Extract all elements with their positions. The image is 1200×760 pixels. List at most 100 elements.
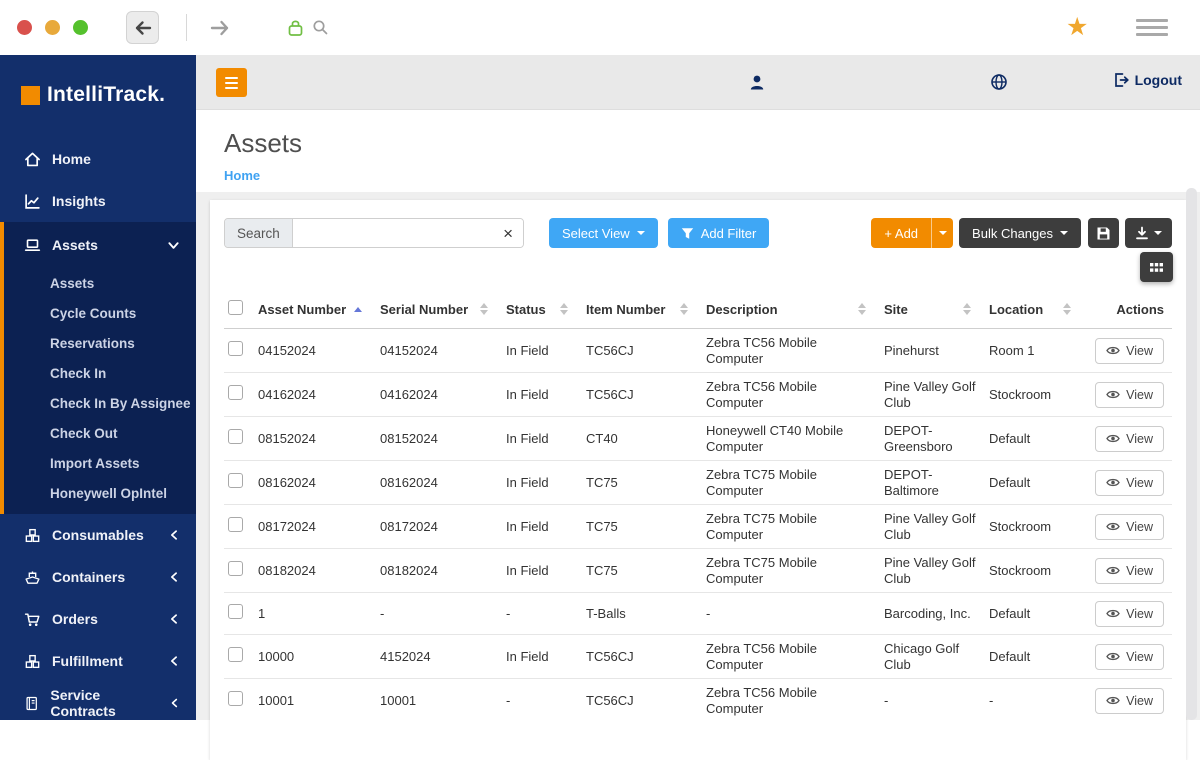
vertical-scrollbar[interactable] [1186,188,1197,720]
export-grid-option[interactable] [1140,252,1173,282]
sidebar-subitem[interactable]: Import Assets [4,448,196,478]
header-description[interactable]: Description [702,290,880,329]
view-button[interactable]: View [1095,425,1164,452]
chevron-down-icon [168,241,179,249]
site-cell: Pinehurst [884,342,939,358]
view-button[interactable]: View [1095,381,1164,408]
item-number-cell: TC75 [582,460,702,505]
row-checkbox[interactable] [228,473,243,489]
sidebar-item-containers[interactable]: Containers [0,556,196,598]
status-cell: In Field [502,416,582,461]
header-item-number[interactable]: Item Number [582,290,702,329]
view-button[interactable]: View [1095,557,1164,584]
sidebar-item-home[interactable]: Home [0,138,196,180]
serial-number-cell: 10001 [376,678,502,722]
view-button[interactable]: View [1095,337,1164,364]
actions-cell: View [1085,548,1172,593]
row-select-cell [224,634,254,679]
sidebar-item-label: Fulfillment [52,653,123,669]
view-button[interactable]: View [1095,469,1164,496]
view-label: View [1126,606,1153,621]
select-view-button[interactable]: Select View [549,218,658,248]
row-checkbox[interactable] [228,341,243,357]
row-select-cell [224,460,254,505]
status-cell: - [502,678,582,722]
row-checkbox[interactable] [228,429,243,445]
view-button[interactable]: View [1095,643,1164,670]
breadcrumb-home-link[interactable]: Home [224,168,260,183]
language-globe-icon[interactable] [990,73,1008,91]
search-input[interactable] [292,219,494,247]
add-button[interactable]: + Add [871,218,931,248]
export-download-button[interactable] [1125,218,1172,248]
actions-cell: View [1085,329,1172,373]
browser-forward-button[interactable] [208,16,232,40]
sidebar-subitem[interactable]: Check In By Assignee [4,388,196,418]
location-cell: Stockroom [985,504,1085,549]
browser-search-icon[interactable] [312,19,329,36]
row-checkbox[interactable] [228,691,243,707]
select-all-checkbox[interactable] [228,300,243,315]
asset-number-cell: 10000 [254,634,376,679]
row-checkbox[interactable] [228,517,243,533]
row-checkbox[interactable] [228,604,243,620]
header-site[interactable]: Site [880,290,985,329]
browser-back-button[interactable] [126,11,159,44]
window-close-button[interactable] [17,20,32,35]
save-view-button[interactable] [1088,218,1119,248]
download-icon [1136,226,1148,240]
browser-menu-icon[interactable] [1136,19,1168,36]
sidebar-item-fulfillment[interactable]: Fulfillment [0,640,196,682]
view-button[interactable]: View [1095,513,1164,540]
sidebar-subitem[interactable]: Honeywell OpIntel [4,478,196,508]
chevron-left-icon [171,530,177,540]
lock-icon[interactable] [287,18,304,37]
bookmark-star-icon[interactable]: ★ [1066,11,1088,43]
sidebar-subitem[interactable]: Check In [4,358,196,388]
row-select-cell [224,416,254,461]
window-maximize-button[interactable] [73,20,88,35]
sidebar-subitem[interactable]: Check Out [4,418,196,448]
add-split-button: + Add [871,218,954,248]
table-row: 08172024 08172024 In Field TC75 Zebra TC… [224,504,1172,549]
search-clear-button[interactable]: × [493,219,523,247]
header-status[interactable]: Status [502,290,582,329]
logout-label: Logout [1134,72,1182,88]
asset-number-cell: 08162024 [254,460,376,505]
sort-icon [560,303,568,315]
view-button[interactable]: View [1095,600,1164,627]
sidebar-item-assets[interactable]: Assets [4,222,196,268]
sidebar-item-service-contracts[interactable]: Service Contracts [0,682,196,724]
sidebar-subitem[interactable]: Cycle Counts [4,298,196,328]
add-filter-button[interactable]: Add Filter [667,218,770,248]
sidebar-subitem[interactable]: Assets [4,268,196,298]
search-label: Search [225,219,293,247]
sidebar-toggle-button[interactable] [216,68,247,97]
user-account-icon[interactable] [748,73,766,92]
select-view-label: Select View [562,225,630,241]
bulk-changes-button[interactable]: Bulk Changes [959,218,1081,248]
header-location[interactable]: Location [985,290,1085,329]
window-minimize-button[interactable] [45,20,60,35]
description-cell: Honeywell CT40 Mobile Computer [702,416,880,461]
forward-arrow-icon [210,20,229,36]
add-dropdown-toggle[interactable] [931,218,953,248]
view-button[interactable]: View [1095,687,1164,714]
header-asset-number[interactable]: Asset Number [254,290,376,329]
eye-icon [1106,652,1120,661]
row-checkbox[interactable] [228,647,243,663]
sidebar-item-insights[interactable]: Insights [0,180,196,222]
location-cell: Stockroom [985,548,1085,593]
row-checkbox[interactable] [228,385,243,401]
sidebar-subitem[interactable]: Reservations [4,328,196,358]
sidebar-assets-section: Assets Assets Cycle Counts Reservations [0,222,196,514]
caret-down-icon [1060,231,1068,235]
page-header: Assets Home [196,110,1200,192]
row-select-cell [224,592,254,635]
header-serial-number[interactable]: Serial Number [376,290,502,329]
sidebar-item-consumables[interactable]: Consumables [0,514,196,556]
bulk-changes-label: Bulk Changes [972,225,1053,241]
sidebar-item-orders[interactable]: Orders [0,598,196,640]
logout-button[interactable]: Logout [1113,72,1182,88]
row-checkbox[interactable] [228,561,243,577]
